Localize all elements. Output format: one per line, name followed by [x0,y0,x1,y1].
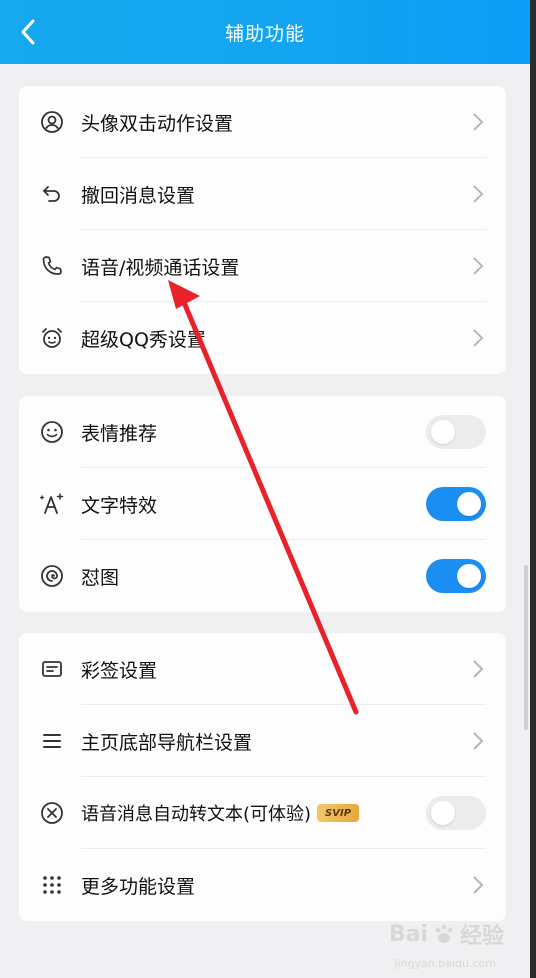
svip-badge: SVIP [317,804,360,822]
undo-icon [39,181,65,207]
row-more-features[interactable]: 更多功能设置 [19,849,506,921]
chevron-right-icon [472,256,486,276]
row-label: 头像双击动作设置 [81,112,234,135]
tag-card-icon [39,656,65,682]
sticker-recommend-toggle[interactable] [426,415,486,449]
paw-icon [435,924,453,943]
user-circle-icon [39,109,65,135]
row-label: 撤回消息设置 [81,184,196,207]
row-label: 文字特效 [81,494,158,517]
row-bottom-nav[interactable]: 主页底部导航栏设置 [19,705,506,777]
text-effect-toggle[interactable] [426,487,486,521]
row-label: 超级QQ秀设置 [81,328,206,351]
watermark-url: jingyan.baidu.com [394,957,496,970]
row-label: 更多功能设置 [81,875,196,898]
toggle-knob [431,801,455,825]
back-button[interactable] [8,12,48,52]
row-label: 语音消息自动转文本(可体验) [81,804,312,825]
settings-group-2: 表情推荐 文字特效 怼图 [19,396,506,612]
toggle-knob [457,564,481,588]
swirl-icon [39,563,65,589]
row-sticker-recommend[interactable]: 表情推荐 [19,396,506,468]
chevron-right-icon [472,659,486,679]
grid-dots-icon [39,872,65,898]
row-label: 语音/视频通话设置 [81,256,240,279]
duitu-toggle[interactable] [426,559,486,593]
chevron-right-icon [472,875,486,895]
watermark-logo: Bai 经验 [388,921,504,950]
scrollbar[interactable] [524,565,528,730]
voice-to-text-toggle[interactable] [426,796,486,830]
text-effect-icon [39,491,65,517]
row-label: 表情推荐 [81,422,158,445]
chevron-right-icon [472,184,486,204]
row-label: 怼图 [81,566,120,589]
chevron-right-icon [472,328,486,348]
chevron-left-icon [21,19,35,45]
menu-lines-icon [39,728,65,754]
row-text-effect[interactable]: 文字特效 [19,468,506,540]
alarm-face-icon [39,325,65,351]
settings-group-1: 头像双击动作设置 撤回消息设置 语音/视频通话设置 超级QQ秀设置 [19,86,506,374]
toggle-knob [457,492,481,516]
chevron-right-icon [472,112,486,132]
phone-icon [39,253,65,279]
row-super-qq-show[interactable]: 超级QQ秀设置 [19,302,506,374]
row-voice-video-call[interactable]: 语音/视频通话设置 [19,230,506,302]
title-bar: 辅助功能 [0,0,530,64]
row-color-tag[interactable]: 彩签设置 [19,633,506,705]
smiley-icon [39,419,65,445]
row-label: 主页底部导航栏设置 [81,731,253,754]
row-avatar-double-tap[interactable]: 头像双击动作设置 [19,86,506,158]
row-recall-message[interactable]: 撤回消息设置 [19,158,506,230]
voice-convert-icon [39,800,65,826]
row-voice-to-text[interactable]: 语音消息自动转文本(可体验) SVIP [19,777,506,849]
toggle-knob [431,420,455,444]
row-duitu[interactable]: 怼图 [19,540,506,612]
window-edge [530,0,536,978]
row-label: 彩签设置 [81,659,158,682]
chevron-right-icon [472,731,486,751]
page-title: 辅助功能 [224,22,305,45]
settings-group-3: 彩签设置 主页底部导航栏设置 语音消息自动转文本(可体验) SVIP 更多功能设… [19,633,506,921]
